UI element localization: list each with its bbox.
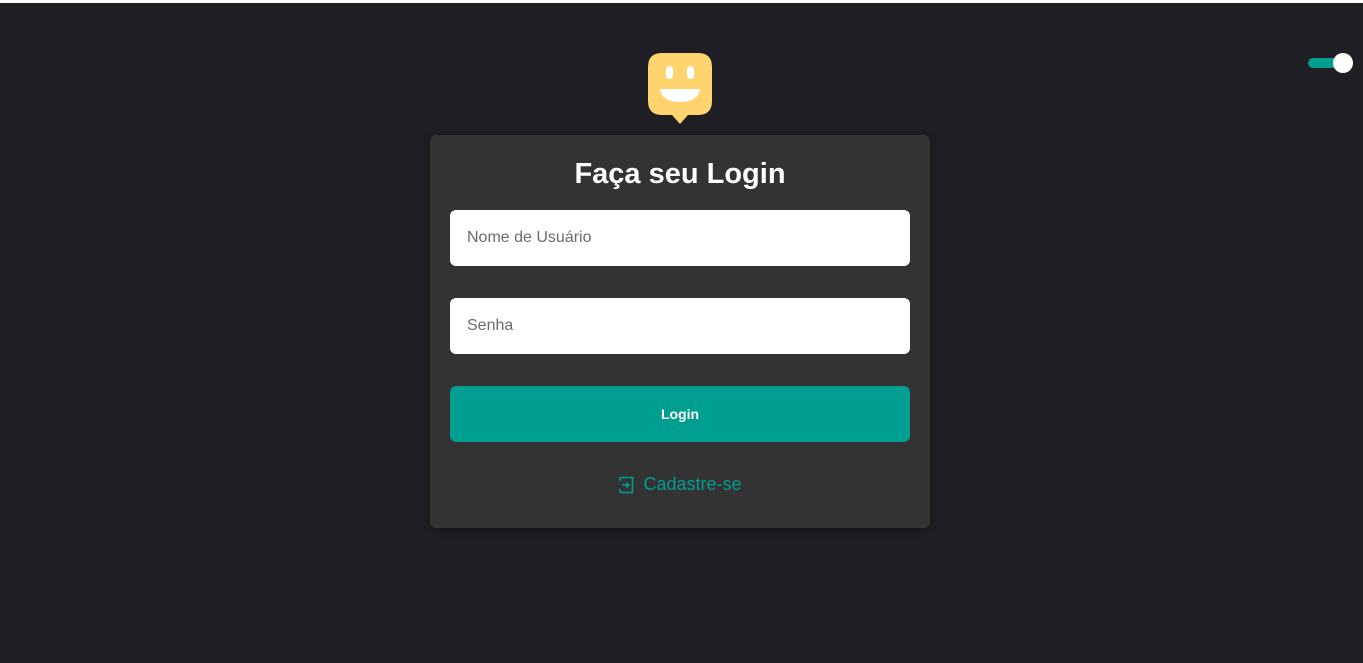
password-input[interactable]: [450, 298, 910, 354]
register-link[interactable]: Cadastre-se: [430, 474, 930, 495]
login-button[interactable]: Login: [450, 386, 910, 442]
sign-in-door-icon: [619, 476, 634, 493]
top-border: [0, 0, 1363, 3]
smiley-chat-bubble-icon: [648, 53, 712, 124]
page-title: Faça seu Login: [574, 158, 786, 190]
toggle-knob: [1333, 53, 1353, 73]
theme-toggle[interactable]: [1307, 52, 1353, 74]
login-card: Faça seu Login Login Cadastre-se: [430, 135, 930, 528]
logo: [648, 53, 712, 127]
register-label: Cadastre-se: [643, 474, 742, 494]
username-input[interactable]: [450, 210, 910, 266]
